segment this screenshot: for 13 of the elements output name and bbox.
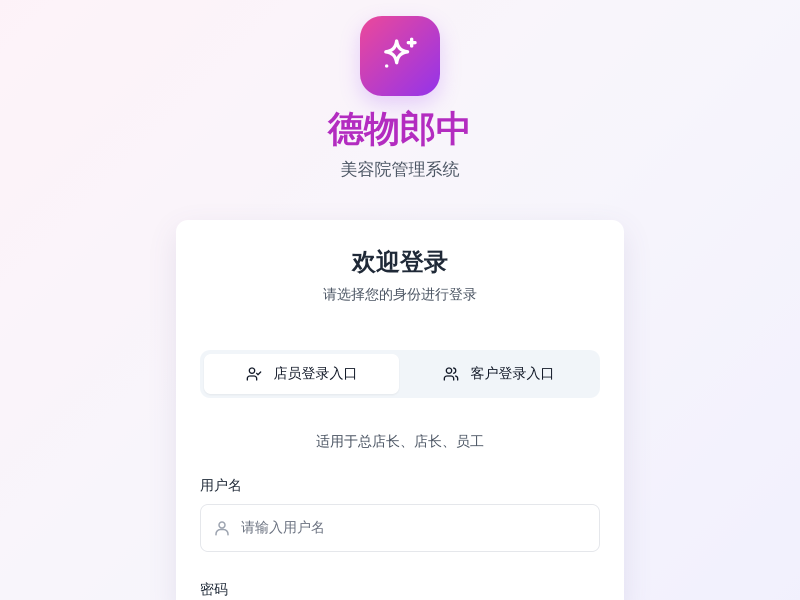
role-tab[interactable]: 店员登录入口 — [204, 354, 399, 394]
field-label: 密码 — [200, 581, 229, 600]
user-icon — [213, 519, 231, 537]
field-label: 用户名 — [200, 477, 243, 496]
username-field[interactable]: 请输入用户名 — [200, 504, 600, 552]
role-tab[interactable]: 客户登录入口 — [401, 354, 596, 394]
login-title: 欢迎登录 — [350, 247, 449, 278]
login-subtitle: 请选择您的身份进行登录 — [322, 286, 478, 305]
app-name: 德物郎中 — [328, 108, 472, 152]
user-check-icon — [246, 366, 262, 382]
app-subtitle: 美容院管理系统 — [340, 159, 460, 182]
role-hint: 适用于总店长、店长、员工 — [315, 433, 485, 452]
users-icon — [442, 366, 458, 382]
